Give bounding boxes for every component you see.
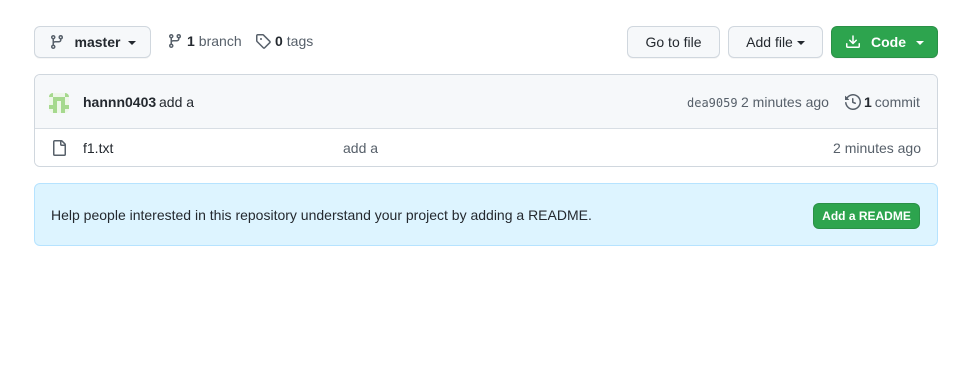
tag-count: 0 <box>275 33 283 49</box>
file-commit-message[interactable]: add a <box>343 140 378 156</box>
add-file-button[interactable]: Add file <box>728 26 823 58</box>
commits-link[interactable]: 1 commit <box>845 94 920 110</box>
add-readme-button[interactable]: Add a README <box>813 203 920 229</box>
branch-select-button[interactable]: master <box>34 26 151 58</box>
git-branch-icon <box>49 34 65 50</box>
file-row[interactable]: f1.txt add a 2 minutes ago <box>35 129 937 166</box>
chevron-down-icon <box>916 41 924 45</box>
go-to-file-button[interactable]: Go to file <box>627 26 720 58</box>
git-branch-icon <box>167 33 183 49</box>
commit-author[interactable]: hannn0403 <box>83 94 156 110</box>
latest-commit-bar: hannn0403 add a dea9059 2 minutes ago 1 … <box>35 75 937 129</box>
readme-prompt: Help people interested in this repositor… <box>34 183 938 246</box>
branch-count: 1 <box>187 33 195 49</box>
file-name[interactable]: f1.txt <box>83 140 113 156</box>
commit-message[interactable]: add a <box>159 94 194 110</box>
branches-link[interactable]: 1 branch <box>167 33 242 49</box>
commit-count: 1 <box>864 94 872 110</box>
history-icon <box>845 94 861 110</box>
chevron-down-icon <box>128 41 137 45</box>
tag-label: tags <box>286 33 314 49</box>
file-browser: hannn0403 add a dea9059 2 minutes ago 1 … <box>34 74 938 167</box>
branch-label: branch <box>198 33 242 49</box>
commit-count-label: commit <box>874 94 920 110</box>
readme-prompt-text: Help people interested in this repositor… <box>51 207 592 223</box>
add-file-label: Add file <box>746 34 793 50</box>
commit-time: 2 minutes ago <box>741 94 829 110</box>
download-icon <box>845 34 861 50</box>
branch-name: master <box>74 34 121 50</box>
tag-icon <box>255 33 271 49</box>
file-icon <box>51 140 67 156</box>
commit-sha[interactable]: dea9059 <box>687 96 738 110</box>
file-time: 2 minutes ago <box>833 140 921 156</box>
go-to-file-label: Go to file <box>645 34 702 50</box>
tags-link[interactable]: 0 tags <box>255 33 313 49</box>
chevron-down-icon <box>796 41 805 45</box>
code-button[interactable]: Code <box>831 26 938 58</box>
avatar[interactable] <box>49 93 69 113</box>
code-label: Code <box>871 34 906 50</box>
add-readme-label: Add a README <box>822 209 911 223</box>
